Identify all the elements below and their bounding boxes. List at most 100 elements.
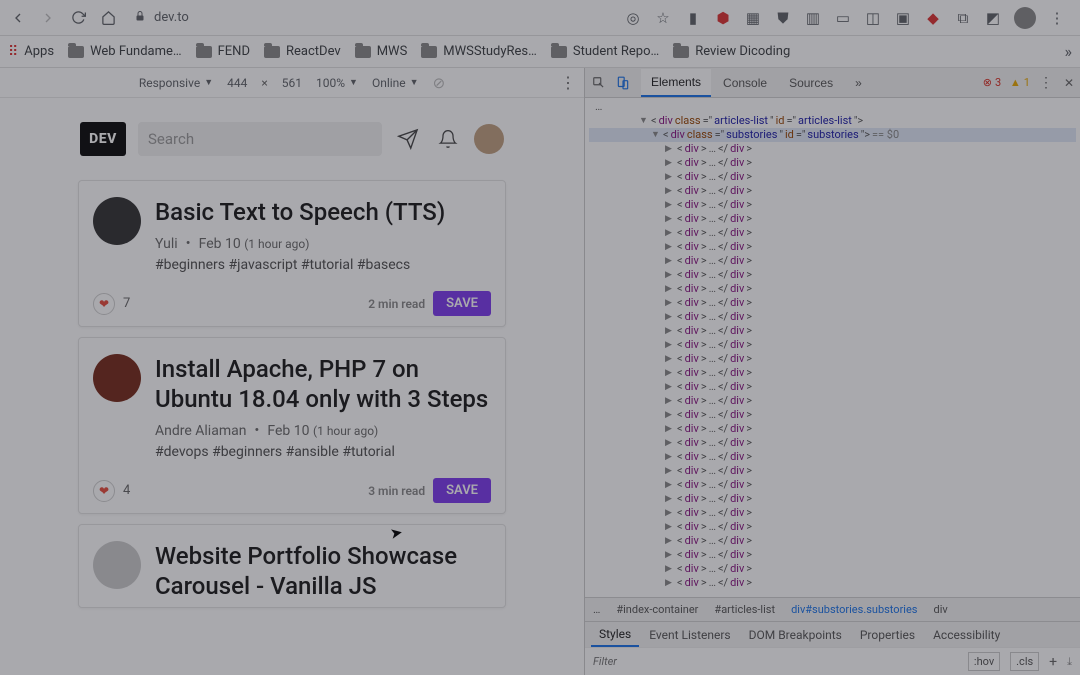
tree-node[interactable]: ▶<div>…</div>: [589, 282, 1076, 296]
tree-node-selected[interactable]: ▼<div class="substories" id="substories"…: [589, 128, 1076, 142]
tree-node[interactable]: ▶<div>…</div>: [589, 310, 1076, 324]
elements-tree[interactable]: … ▼<div class="articles-list" id="articl…: [585, 98, 1080, 597]
save-button[interactable]: SAVE: [433, 291, 491, 316]
zoom-selector[interactable]: 100%▼: [316, 76, 358, 90]
reload-button[interactable]: [68, 8, 88, 28]
bookmark-folder-7[interactable]: Review Dicoding: [673, 44, 790, 59]
tree-node[interactable]: ▶<div>…</div>: [589, 492, 1076, 506]
tree-node[interactable]: ▶<div>…</div>: [589, 422, 1076, 436]
chrome-menu-icon[interactable]: ⋮: [1048, 9, 1066, 27]
adblock-icon[interactable]: ⬢: [714, 9, 732, 27]
star-icon[interactable]: ☆: [654, 9, 672, 27]
breadcrumb-item[interactable]: #articles-list: [714, 603, 775, 616]
tree-node[interactable]: ▶<div>…</div>: [589, 394, 1076, 408]
extension-3-icon[interactable]: ⛊: [774, 9, 792, 27]
device-toggle-icon[interactable]: [615, 75, 631, 91]
extension-2-icon[interactable]: ▦: [744, 9, 762, 27]
bookmark-folder-3[interactable]: ReactDev: [264, 44, 341, 59]
tree-node[interactable]: ▶<div>…</div>: [589, 366, 1076, 380]
article-tags[interactable]: #devops #beginners #ansible #tutorial: [155, 444, 491, 460]
extension-9-icon[interactable]: ⧉: [954, 9, 972, 27]
device-menu-icon[interactable]: ⋮: [560, 73, 576, 92]
no-signal-icon[interactable]: ⊘: [433, 74, 446, 92]
tree-node[interactable]: ▶<div>…</div>: [589, 268, 1076, 282]
tree-node[interactable]: ▶<div>…</div>: [589, 184, 1076, 198]
article-title[interactable]: Basic Text to Speech (TTS): [155, 197, 491, 227]
hov-toggle[interactable]: :hov: [968, 652, 1000, 671]
device-selector[interactable]: Responsive▼: [139, 76, 213, 90]
tab-accessibility[interactable]: Accessibility: [925, 624, 1008, 646]
height-input[interactable]: 561: [282, 76, 302, 90]
forward-button[interactable]: [38, 8, 58, 28]
tab-styles[interactable]: Styles: [591, 623, 639, 647]
tree-node[interactable]: ▶<div>…</div>: [589, 380, 1076, 394]
throttle-selector[interactable]: Online▼: [372, 76, 419, 90]
cls-toggle[interactable]: .cls: [1010, 652, 1039, 671]
tree-node[interactable]: ▼<div class="articles-list" id="articles…: [589, 114, 1076, 128]
author-avatar[interactable]: [93, 541, 141, 589]
search-input[interactable]: Search: [138, 122, 382, 156]
tree-node[interactable]: ▶<div>…</div>: [589, 576, 1076, 590]
author-avatar[interactable]: [93, 354, 141, 402]
devtools-close-icon[interactable]: ✕: [1064, 76, 1074, 90]
address-bar[interactable]: dev.to: [134, 10, 614, 26]
add-style-icon[interactable]: +: [1049, 654, 1057, 670]
styles-filter-input[interactable]: [593, 655, 958, 668]
scope-icon[interactable]: ◎: [624, 9, 642, 27]
tree-node[interactable]: ▶<div>…</div>: [589, 338, 1076, 352]
tree-node[interactable]: ▶<div>…</div>: [589, 156, 1076, 170]
bookmark-folder-6[interactable]: Student Repo…: [551, 44, 659, 59]
breadcrumb-item[interactable]: #index-container: [616, 603, 698, 616]
user-avatar[interactable]: [474, 124, 504, 154]
heart-icon[interactable]: ❤: [93, 293, 115, 315]
tree-node[interactable]: ▶<div>…</div>: [589, 562, 1076, 576]
tree-node[interactable]: ▶<div>…</div>: [589, 464, 1076, 478]
tree-node[interactable]: ▶<div>…</div>: [589, 324, 1076, 338]
tree-node[interactable]: ▶<div>…</div>: [589, 520, 1076, 534]
tree-node[interactable]: ▶<div>…</div>: [589, 352, 1076, 366]
back-button[interactable]: [8, 8, 28, 28]
tree-node[interactable]: ▶<div>…</div>: [589, 142, 1076, 156]
tabs-overflow-icon[interactable]: »: [845, 70, 872, 96]
extension-6-icon[interactable]: ◫: [864, 9, 882, 27]
home-button[interactable]: [98, 8, 118, 28]
extension-1-icon[interactable]: ▮: [684, 9, 702, 27]
bookmark-apps[interactable]: ⠿Apps: [8, 44, 54, 60]
tab-elements[interactable]: Elements: [641, 69, 711, 97]
tree-node[interactable]: ▶<div>…</div>: [589, 254, 1076, 268]
bookmark-folder-1[interactable]: Web Fundame…: [68, 44, 182, 59]
devto-logo[interactable]: DEV: [80, 122, 126, 156]
tree-node[interactable]: ▶<div>…</div>: [589, 534, 1076, 548]
pin-icon[interactable]: ⤓: [1067, 655, 1072, 669]
article-tags[interactable]: #beginners #javascript #tutorial #basecs: [155, 257, 491, 273]
width-input[interactable]: 444: [227, 76, 247, 90]
paper-plane-icon[interactable]: [394, 125, 422, 153]
breadcrumb-item[interactable]: …: [593, 603, 600, 616]
tree-node[interactable]: ▶<div>…</div>: [589, 408, 1076, 422]
tree-node[interactable]: ▶<div>…</div>: [589, 506, 1076, 520]
article-title[interactable]: Install Apache, PHP 7 on Ubuntu 18.04 on…: [155, 354, 491, 414]
extension-4-icon[interactable]: ▥: [804, 9, 822, 27]
tab-console[interactable]: Console: [713, 70, 777, 96]
tab-dom-breakpoints[interactable]: DOM Breakpoints: [741, 624, 850, 646]
tree-node[interactable]: ▶<div>…</div>: [589, 478, 1076, 492]
bookmark-folder-5[interactable]: MWSStudyRes…: [421, 44, 537, 59]
profile-avatar[interactable]: [1014, 7, 1036, 29]
tree-node[interactable]: ▶<div>…</div>: [589, 548, 1076, 562]
tree-node[interactable]: ▶<div>…</div>: [589, 170, 1076, 184]
extension-5-icon[interactable]: ▭: [834, 9, 852, 27]
save-button[interactable]: SAVE: [433, 478, 491, 503]
breadcrumb-item[interactable]: div: [934, 603, 948, 616]
error-count[interactable]: ⊗3 ▲1: [983, 76, 1030, 89]
tree-node[interactable]: ▶<div>…</div>: [589, 212, 1076, 226]
tab-event-listeners[interactable]: Event Listeners: [641, 624, 738, 646]
heart-icon[interactable]: ❤: [93, 480, 115, 502]
tree-node[interactable]: ▶<div>…</div>: [589, 450, 1076, 464]
author-avatar[interactable]: [93, 197, 141, 245]
tree-node[interactable]: ▶<div>…</div>: [589, 198, 1076, 212]
extension-10-icon[interactable]: ◩: [984, 9, 1002, 27]
bookmark-folder-4[interactable]: MWS: [355, 44, 408, 59]
tab-properties[interactable]: Properties: [852, 624, 923, 646]
tree-node[interactable]: ▶<div>…</div>: [589, 296, 1076, 310]
article-title[interactable]: Website Portfolio Showcase Carousel - Va…: [155, 541, 491, 601]
